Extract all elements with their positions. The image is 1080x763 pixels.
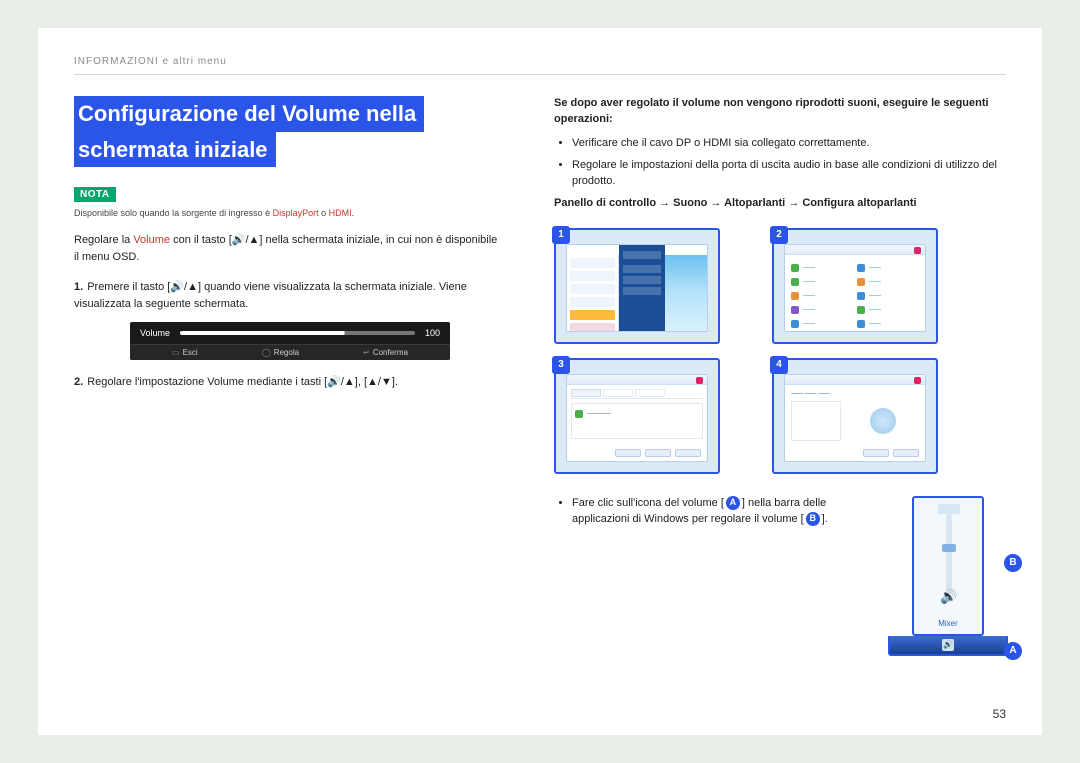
header-divider — [74, 74, 1006, 75]
manual-page: INFORMAZIONI e altri menu Configurazione… — [38, 28, 1042, 735]
volume-osd-figure: Volume 100 ▭Esci ◯Regola ↵Conferma — [130, 322, 450, 360]
osd-confirm: ↵Conferma — [363, 348, 408, 357]
panel-badge-3: 3 — [552, 356, 570, 374]
ref-label-b: B — [1004, 554, 1022, 572]
mixer-link: Mixer — [914, 619, 982, 628]
osd-volume-label: Volume — [140, 328, 170, 338]
availability-note: Disponibile solo quando la sorgente di i… — [74, 208, 504, 218]
osd-adjust: ◯Regola — [262, 348, 299, 357]
panel-badge-1: 1 — [552, 226, 570, 244]
taskbar: 🔊 — [888, 636, 1008, 656]
osd-volume-bar — [180, 331, 415, 335]
bullet-audio-port: Regolare le impostazioni della porta di … — [572, 158, 1008, 190]
troubleshoot-list: Verificare che il cavo DP o HDMI sia col… — [572, 136, 1008, 212]
taskbar-volume-icon: 🔊 — [942, 639, 954, 651]
bullet-path: Panello di controllo → Suono → Altoparla… — [554, 196, 1008, 212]
screenshot-3-sound-dialog: 3 ———— — [554, 358, 720, 474]
volume-flyout-figure: 🔊 Mixer 🔊 B A — [888, 496, 1008, 656]
screenshot-2-control-panel: 2 —— —— —— —— —— —— —— —— —— —— — [772, 228, 938, 344]
volume-slider — [946, 514, 952, 594]
screenshot-4-speaker-setup: 4 —— —— —— — [772, 358, 938, 474]
note-badge: NOTA — [74, 187, 116, 202]
slider-thumb — [942, 544, 956, 552]
bullet-check-cable: Verificare che il cavo DP o HDMI sia col… — [572, 136, 1008, 152]
intro-text: Regolare la Volume con il tasto [🔊/▲] ne… — [74, 232, 504, 265]
page-title-line1: Configurazione del Volume nella — [74, 96, 424, 132]
step-2: 2.Regolare l'impostazione Volume mediant… — [74, 374, 504, 391]
screenshot-grid: 1 — [554, 228, 1008, 474]
steps-list-2: 2.Regolare l'impostazione Volume mediant… — [74, 374, 504, 391]
ref-a-inline: A — [726, 496, 740, 510]
speaker-icon: 🔊 — [940, 588, 958, 606]
right-column: Se dopo aver regolato il volume non veng… — [554, 96, 1008, 656]
bottom-area: Fare clic sull'icona del volume [A] nell… — [554, 496, 1008, 656]
osd-volume-value: 100 — [425, 328, 440, 338]
osd-exit: ▭Esci — [172, 348, 198, 357]
ref-b-inline: B — [806, 512, 820, 526]
steps-list: 1.Premere il tasto [🔊/▲] quando viene vi… — [74, 279, 504, 312]
breadcrumb: INFORMAZIONI e altri menu — [74, 56, 227, 67]
page-title-line2: schermata iniziale — [74, 132, 276, 168]
step-1: 1.Premere il tasto [🔊/▲] quando viene vi… — [74, 279, 504, 312]
left-column: Configurazione del Volume nella schermat… — [74, 96, 504, 401]
volume-icon-instruction: Fare clic sull'icona del volume [A] nell… — [572, 496, 870, 528]
panel-badge-2: 2 — [770, 226, 788, 244]
screenshot-1-start-menu: 1 — [554, 228, 720, 344]
ref-label-a: A — [1004, 642, 1022, 660]
panel-badge-4: 4 — [770, 356, 788, 374]
page-number: 53 — [993, 707, 1006, 721]
right-intro: Se dopo aver regolato il volume non veng… — [554, 96, 1008, 128]
